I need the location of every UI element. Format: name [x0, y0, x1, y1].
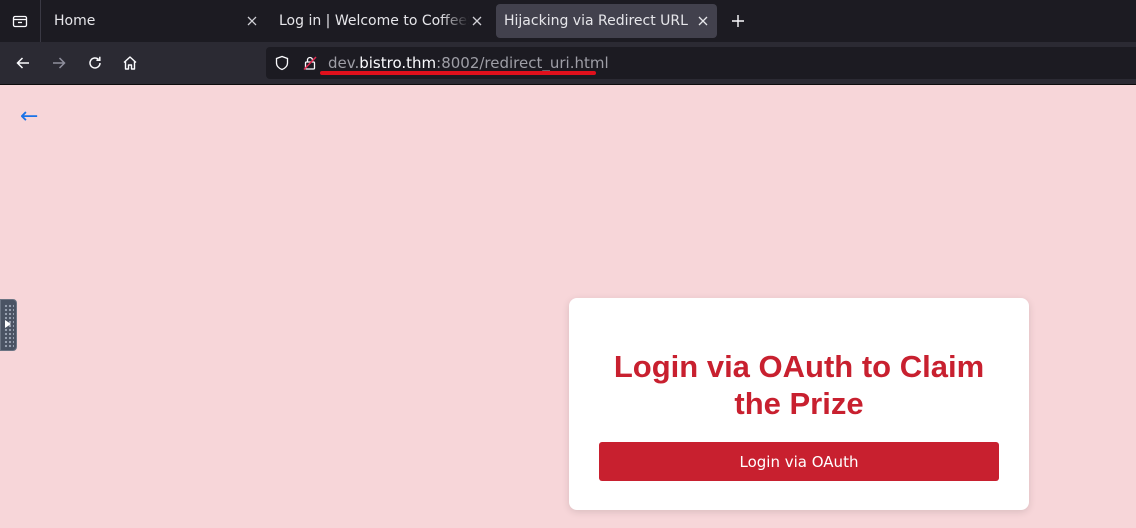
new-tab-icon — [732, 15, 744, 27]
forward-icon — [53, 57, 66, 69]
url-path: :8002/redirect_uri.html — [436, 54, 609, 72]
card-title: Login via OAuth to Claim the Prize — [613, 349, 985, 421]
tab-coffeeshop-login[interactable]: Log in | Welcome to CoffeeShop — [269, 4, 491, 38]
tab-list-icon — [12, 15, 28, 28]
oauth-card: Login via OAuth to Claim the Prize Login… — [569, 298, 1029, 510]
home-button[interactable] — [116, 49, 144, 77]
url-prefix: dev. — [328, 54, 360, 72]
tab-home[interactable]: Home — [44, 4, 266, 38]
lock-icon[interactable] — [302, 55, 318, 71]
tab-list-button[interactable] — [0, 0, 40, 42]
tab-label: Log in | Welcome to CoffeeShop — [279, 13, 469, 29]
play-icon — [5, 320, 11, 328]
navigation-toolbar: dev.bistro.thm:8002/redirect_uri.html — [0, 42, 1136, 85]
back-button[interactable] — [9, 49, 37, 77]
sidebar-toggle-handle[interactable] — [0, 299, 17, 351]
home-icon — [123, 56, 137, 70]
tab-strip: Home Log in | Welcome to CoffeeShop Hija… — [0, 0, 1136, 42]
forward-button[interactable] — [45, 49, 73, 77]
tab-separator — [40, 0, 41, 42]
page-content: ← Login via OAuth to Claim the Prize Log… — [0, 85, 1136, 528]
new-tab-button[interactable] — [726, 9, 750, 33]
close-icon[interactable] — [469, 13, 485, 29]
back-link[interactable]: ← — [20, 103, 38, 131]
reload-button[interactable] — [81, 49, 109, 77]
login-via-oauth-button[interactable]: Login via OAuth — [599, 442, 999, 481]
tab-label: Home — [54, 13, 96, 29]
shield-icon[interactable] — [274, 55, 290, 71]
close-icon[interactable] — [695, 13, 711, 29]
tab-label: Hijacking via Redirect URL — [504, 13, 688, 29]
back-icon — [16, 57, 29, 69]
tab-hijacking-redirect[interactable]: Hijacking via Redirect URL — [496, 4, 717, 38]
close-icon[interactable] — [244, 13, 260, 29]
reload-icon — [89, 56, 101, 69]
url-host: bistro.thm — [359, 54, 437, 72]
url-highlight-underline — [320, 71, 596, 75]
